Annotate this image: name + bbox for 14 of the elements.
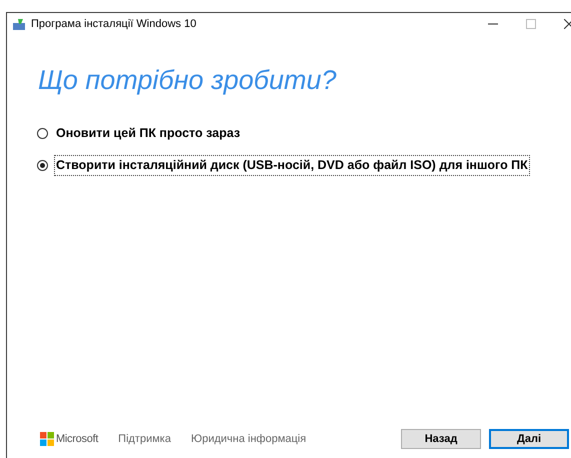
window-title: Програма інсталяції Windows 10 xyxy=(31,16,196,32)
nav-button[interactable]: Назад xyxy=(401,429,481,449)
page-heading: Що потрібно зробити? xyxy=(38,67,338,94)
setup-icon xyxy=(13,18,25,30)
option-label[interactable]: Оновити цей ПК просто зараз xyxy=(54,123,242,144)
footer-link[interactable]: Підтримка xyxy=(118,430,171,448)
footer-link[interactable]: Юридична інформація xyxy=(190,430,306,448)
microsoft-logo-icon xyxy=(40,432,54,446)
brand-name: Microsoft xyxy=(56,432,98,447)
radio-button[interactable] xyxy=(37,128,48,139)
option-label[interactable]: Створити інсталяційний диск (USB-носій, DVD або файл ISO) для іншого ПК xyxy=(54,154,530,176)
close-icon[interactable] xyxy=(564,19,571,29)
radio-button[interactable] xyxy=(37,160,48,171)
nav-button[interactable]: Далі xyxy=(489,429,569,449)
